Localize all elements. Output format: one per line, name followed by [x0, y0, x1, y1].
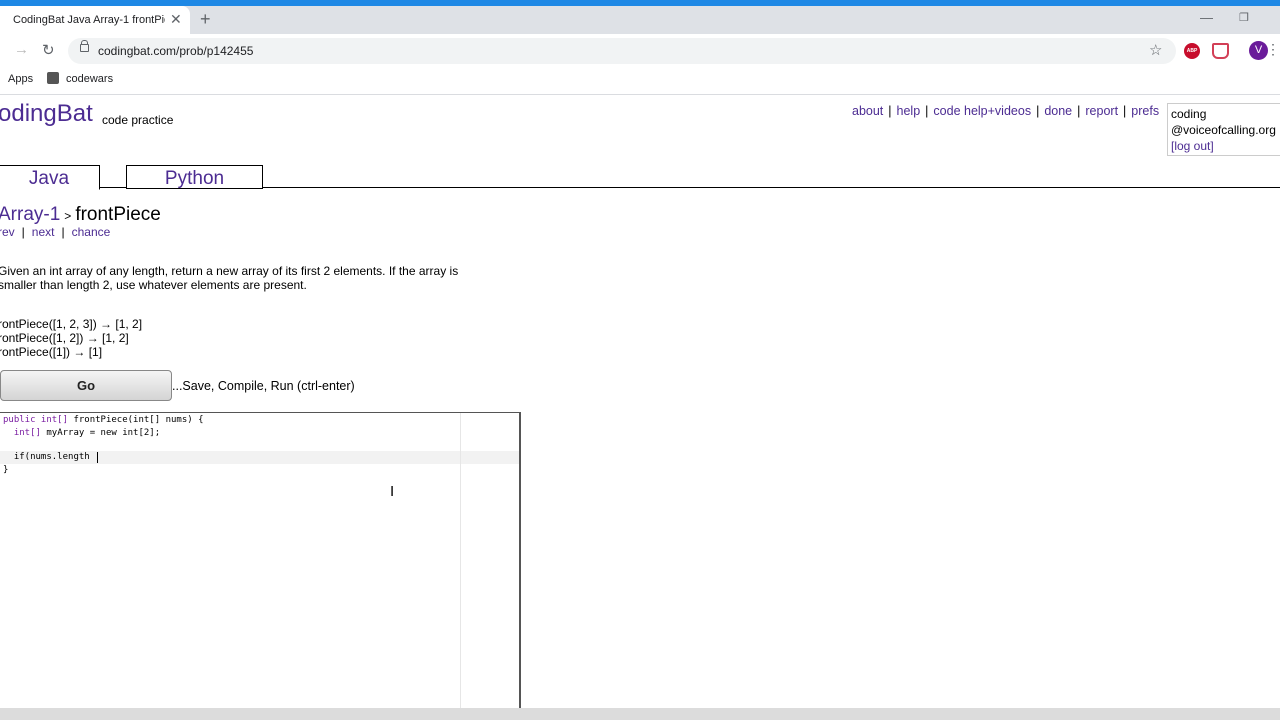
go-hint: ...Save, Compile, Run (ctrl-enter) — [172, 379, 355, 393]
url-text[interactable]: codingbat.com/prob/p142455 — [98, 44, 253, 58]
bookmark-star-icon[interactable]: ☆ — [1149, 41, 1162, 59]
horizontal-scrollbar[interactable] — [0, 708, 1280, 720]
tab-title: CodingBat Java Array-1 frontPiece — [13, 14, 165, 26]
nav-about[interactable]: about — [852, 104, 883, 118]
menu-kebab-icon[interactable]: ⋮ — [1266, 41, 1280, 58]
user-name-line2: @voiceofcalling.org — [1171, 123, 1276, 137]
tab-java[interactable]: Java — [0, 165, 100, 190]
text-cursor — [97, 452, 98, 463]
nav-done[interactable]: done — [1044, 104, 1072, 118]
pocket-extension-icon[interactable] — [1212, 43, 1229, 59]
ibeam-pointer-icon: I — [390, 483, 395, 500]
nav-help[interactable]: help — [897, 104, 921, 118]
go-button[interactable]: Go — [0, 370, 172, 401]
lock-icon — [80, 44, 89, 52]
close-tab-icon[interactable]: ✕ — [170, 11, 182, 28]
nav-report[interactable]: report — [1085, 104, 1118, 118]
adblock-extension-icon[interactable]: ABP — [1184, 43, 1200, 59]
site-logo[interactable]: odingBat — [0, 100, 93, 128]
bookmarks-bar — [0, 68, 1280, 95]
tab-python[interactable]: Python — [126, 165, 263, 189]
user-box: coding @voiceofcalling.org [log out] — [1167, 103, 1280, 156]
nav-code-help-videos[interactable]: code help+videos — [933, 104, 1031, 118]
breadcrumb-section[interactable]: Array-1 — [0, 204, 60, 225]
reload-icon[interactable]: ↻ — [42, 41, 55, 59]
code-line-5[interactable]: } — [3, 464, 8, 476]
new-tab-icon[interactable]: + — [200, 9, 211, 30]
problem-title: frontPiece — [75, 204, 161, 225]
bookmark-codewars[interactable]: codewars — [66, 73, 113, 85]
chance-link[interactable]: chance — [72, 225, 111, 239]
codewars-icon — [47, 72, 59, 84]
description-line-2: smaller than length 2, use whatever elem… — [0, 278, 307, 292]
code-line-1[interactable]: public int[] frontPiece(int[] nums) { — [3, 414, 204, 426]
next-link[interactable]: next — [32, 225, 55, 239]
logout-link[interactable]: [log out] — [1171, 139, 1214, 153]
example-3: rontPiece([1]) → [1] — [0, 345, 103, 359]
breadcrumb: Array-1 > frontPiece — [0, 204, 161, 226]
problem-description: Given an int array of any length, return… — [0, 264, 518, 292]
example-2: rontPiece([1, 2]) → [1, 2] — [0, 331, 129, 345]
code-line-2[interactable]: int[] myArray = new int[2]; — [3, 427, 160, 439]
code-line-4[interactable]: if(nums.length — [3, 451, 90, 463]
minimize-icon[interactable]: — — [1200, 10, 1213, 25]
breadcrumb-separator: > — [64, 209, 72, 223]
print-margin — [460, 413, 461, 708]
example-1: rontPiece([1, 2, 3]) → [1, 2] — [0, 317, 143, 331]
restore-icon[interactable]: ❐ — [1239, 11, 1249, 24]
problem-nav: rev|next|chance — [0, 225, 110, 239]
site-tagline: code practice — [102, 113, 174, 127]
prev-link[interactable]: rev — [0, 225, 15, 239]
description-line-1: Given an int array of any length, return… — [0, 264, 459, 278]
user-name-line1: coding — [1171, 107, 1207, 121]
forward-arrow-icon[interactable]: → — [14, 41, 29, 58]
bookmark-apps[interactable]: Apps — [8, 73, 33, 85]
nav-prefs[interactable]: prefs — [1131, 104, 1159, 118]
top-nav: about | help | code help+videos | done | report |… — [852, 104, 1160, 118]
tab-strip — [0, 6, 1280, 34]
